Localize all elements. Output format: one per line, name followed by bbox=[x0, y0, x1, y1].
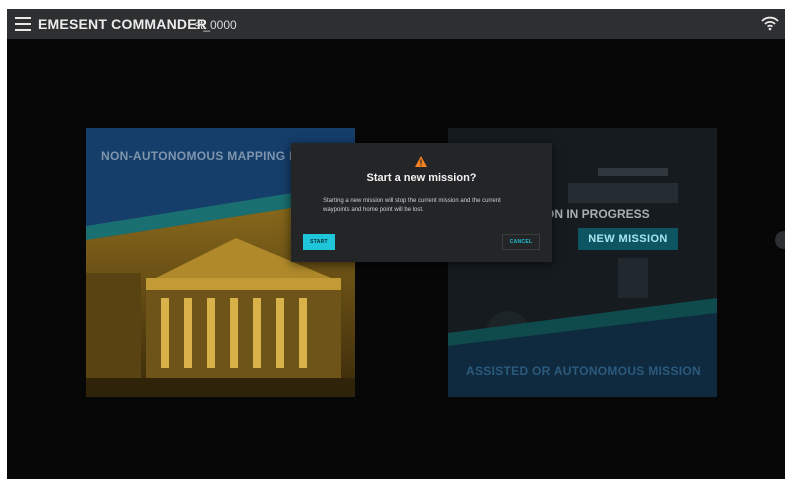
autonomous-card-title: ASSISTED OR AUTONOMOUS MISSION bbox=[466, 364, 702, 378]
cancel-button[interactable]: CANCEL bbox=[502, 234, 540, 250]
mapping-card-title: NON-AUTONOMOUS MAPPING I bbox=[101, 149, 293, 163]
wifi-icon bbox=[761, 16, 779, 31]
mission-in-progress-label: ON IN PROGRESS bbox=[545, 207, 650, 221]
app-title: EMESENT COMMANDER bbox=[38, 16, 208, 32]
next-page-arrow[interactable] bbox=[775, 231, 785, 249]
new-mission-button[interactable]: NEW MISSION bbox=[578, 228, 678, 250]
app-window: EMESENT COMMANDER st_0000 NON-AUTONOMOUS… bbox=[7, 9, 785, 479]
top-bar: EMESENT COMMANDER st_0000 bbox=[7, 9, 785, 39]
dialog-title: Start a new mission? bbox=[366, 172, 477, 184]
warning-triangle-icon bbox=[415, 156, 427, 167]
dialog-message: Starting a new mission will stop the cur… bbox=[323, 198, 501, 213]
station-id: st_0000 bbox=[194, 18, 237, 32]
start-button[interactable]: START bbox=[303, 234, 335, 250]
hamburger-menu-icon[interactable] bbox=[15, 17, 31, 31]
new-mission-dialog: Start a new mission? Starting a new miss… bbox=[291, 143, 552, 262]
